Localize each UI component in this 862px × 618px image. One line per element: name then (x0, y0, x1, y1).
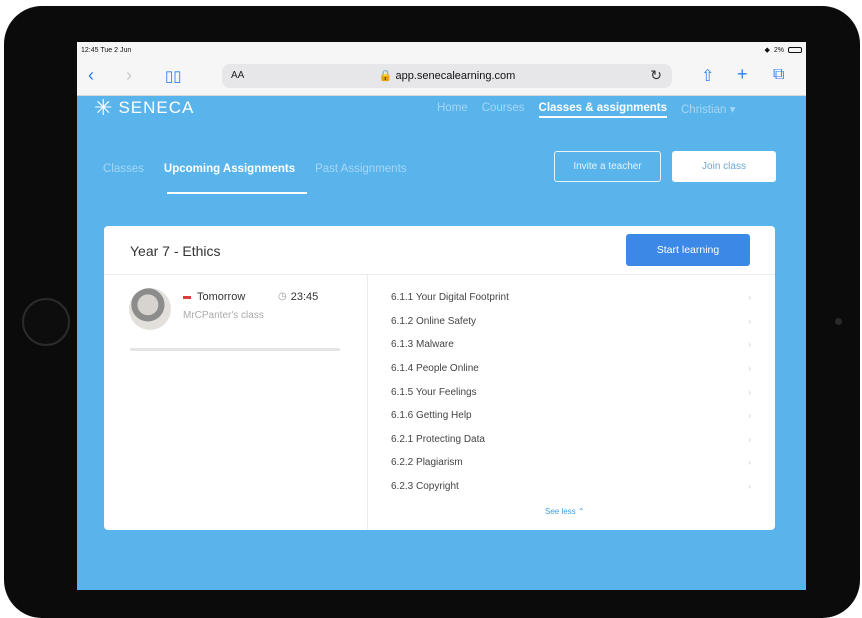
clock-icon: ◷ (278, 291, 287, 302)
tab-classes[interactable]: Classes (103, 163, 144, 175)
assignment-card: Year 7 - Ethics Start learning Tomorrow … (104, 226, 775, 530)
url-text: 🔒 app.senecalearning.com (378, 70, 516, 82)
camera-icon (835, 318, 842, 325)
nav-home[interactable]: Home (437, 102, 468, 118)
home-button[interactable] (22, 298, 70, 346)
tabs-icon[interactable]: ⧉ (773, 66, 784, 84)
top-nav: Home Courses Classes & assignments Chris… (437, 102, 735, 118)
section-label: 6.1.6 Getting Help (391, 410, 472, 422)
avatar (129, 288, 171, 330)
see-less-label: See less (545, 507, 576, 516)
chevron-right-icon: › (748, 316, 751, 326)
section-label: 6.1.2 Online Safety (391, 315, 477, 327)
sub-tabs: Classes Upcoming Assignments Past Assign… (103, 163, 407, 175)
chevron-right-icon[interactable]: › (126, 65, 132, 86)
wifi-icon: ◆ (764, 47, 770, 54)
see-less-link[interactable]: See less ⌃ (545, 507, 585, 516)
section-label: 6.2.2 Plagiarism (391, 457, 463, 469)
progress-bar (130, 348, 340, 351)
battery-percent: 2% (773, 46, 784, 54)
nav-courses[interactable]: Courses (482, 102, 525, 118)
card-header: Year 7 - Ethics Start learning (104, 226, 775, 275)
due-time: ◷ 23:45 (278, 291, 318, 303)
chevron-right-icon: › (748, 387, 751, 397)
brand-name: SENECA (118, 98, 195, 117)
brand-logo[interactable]: ✳ SENECA (94, 95, 195, 120)
chevron-up-icon: ⌃ (577, 507, 585, 516)
chevron-right-icon: › (748, 340, 751, 350)
chevron-right-icon: › (748, 458, 751, 468)
due-day: Tomorrow (183, 291, 245, 303)
list-item[interactable]: 6.2.3 Copyright › (391, 475, 751, 499)
reload-icon[interactable]: ↻ (650, 67, 662, 84)
list-item[interactable]: 6.2.1 Protecting Data › (391, 428, 751, 452)
tab-underline (167, 192, 307, 194)
status-date: Tue 2 Jun (100, 46, 132, 54)
status-bar: 12:45 Tue 2 Jun ◆ 2% (77, 42, 806, 58)
invite-teacher-button[interactable]: Invite a teacher (554, 151, 661, 182)
assignment-details: Tomorrow ◷ 23:45 MrCPanter's class (104, 275, 368, 530)
list-item[interactable]: 6.2.2 Plagiarism › (391, 451, 751, 475)
tab-past-assignments[interactable]: Past Assignments (315, 163, 406, 175)
class-name: MrCPanter's class (183, 310, 264, 321)
section-label: 6.2.1 Protecting Data (391, 433, 485, 445)
status-time: 12:45 (81, 46, 99, 54)
screen: 12:45 Tue 2 Jun ◆ 2% ‹ › ▯▯ AA 🔒 app.sen… (77, 42, 806, 590)
start-learning-button[interactable]: Start learning (626, 234, 750, 266)
battery-icon (788, 47, 802, 53)
chevron-right-icon: › (748, 411, 751, 421)
list-item[interactable]: 6.1.6 Getting Help › (391, 404, 751, 428)
due-day-text: Tomorrow (197, 291, 246, 303)
due-indicator-icon (183, 295, 191, 299)
section-label: 6.2.3 Copyright (391, 481, 459, 493)
section-label: 6.1.3 Malware (391, 339, 454, 351)
plus-icon[interactable]: + (737, 64, 748, 85)
address-bar[interactable]: AA 🔒 app.senecalearning.com ↻ (222, 64, 672, 88)
section-label: 6.1.5 Your Feelings (391, 386, 477, 398)
chevron-right-icon: › (748, 434, 751, 444)
list-item[interactable]: 6.1.3 Malware › (391, 333, 751, 357)
book-icon[interactable]: ▯▯ (165, 67, 182, 85)
chevron-right-icon: › (748, 482, 751, 492)
chevron-right-icon: › (748, 364, 751, 374)
due-time-text: 23:45 (290, 291, 319, 303)
nav-classes-assignments[interactable]: Classes & assignments (538, 102, 667, 118)
seneca-logo-icon: ✳ (94, 95, 113, 120)
browser-bar: ‹ › ▯▯ AA 🔒 app.senecalearning.com ↻ ⇧ +… (77, 58, 806, 96)
chevron-left-icon[interactable]: ‹ (88, 65, 94, 86)
url-value: app.senecalearning.com (395, 70, 516, 82)
assignment-title: Year 7 - Ethics (130, 243, 221, 259)
nav-user-menu[interactable]: Christian ▾ (681, 102, 735, 118)
join-class-button[interactable]: Join class (672, 151, 776, 182)
list-item[interactable]: 6.1.2 Online Safety › (391, 310, 751, 334)
list-item[interactable]: 6.1.5 Your Feelings › (391, 380, 751, 404)
list-item[interactable]: 6.1.4 People Online › (391, 357, 751, 381)
list-item[interactable]: 6.1.1 Your Digital Footprint › (391, 286, 751, 310)
chevron-right-icon: › (748, 293, 751, 303)
tab-upcoming-assignments[interactable]: Upcoming Assignments (164, 163, 295, 175)
section-label: 6.1.1 Your Digital Footprint (391, 292, 509, 304)
section-list: 6.1.1 Your Digital Footprint › 6.1.2 Onl… (391, 286, 751, 498)
section-label: 6.1.4 People Online (391, 363, 479, 375)
share-icon[interactable]: ⇧ (701, 66, 714, 86)
